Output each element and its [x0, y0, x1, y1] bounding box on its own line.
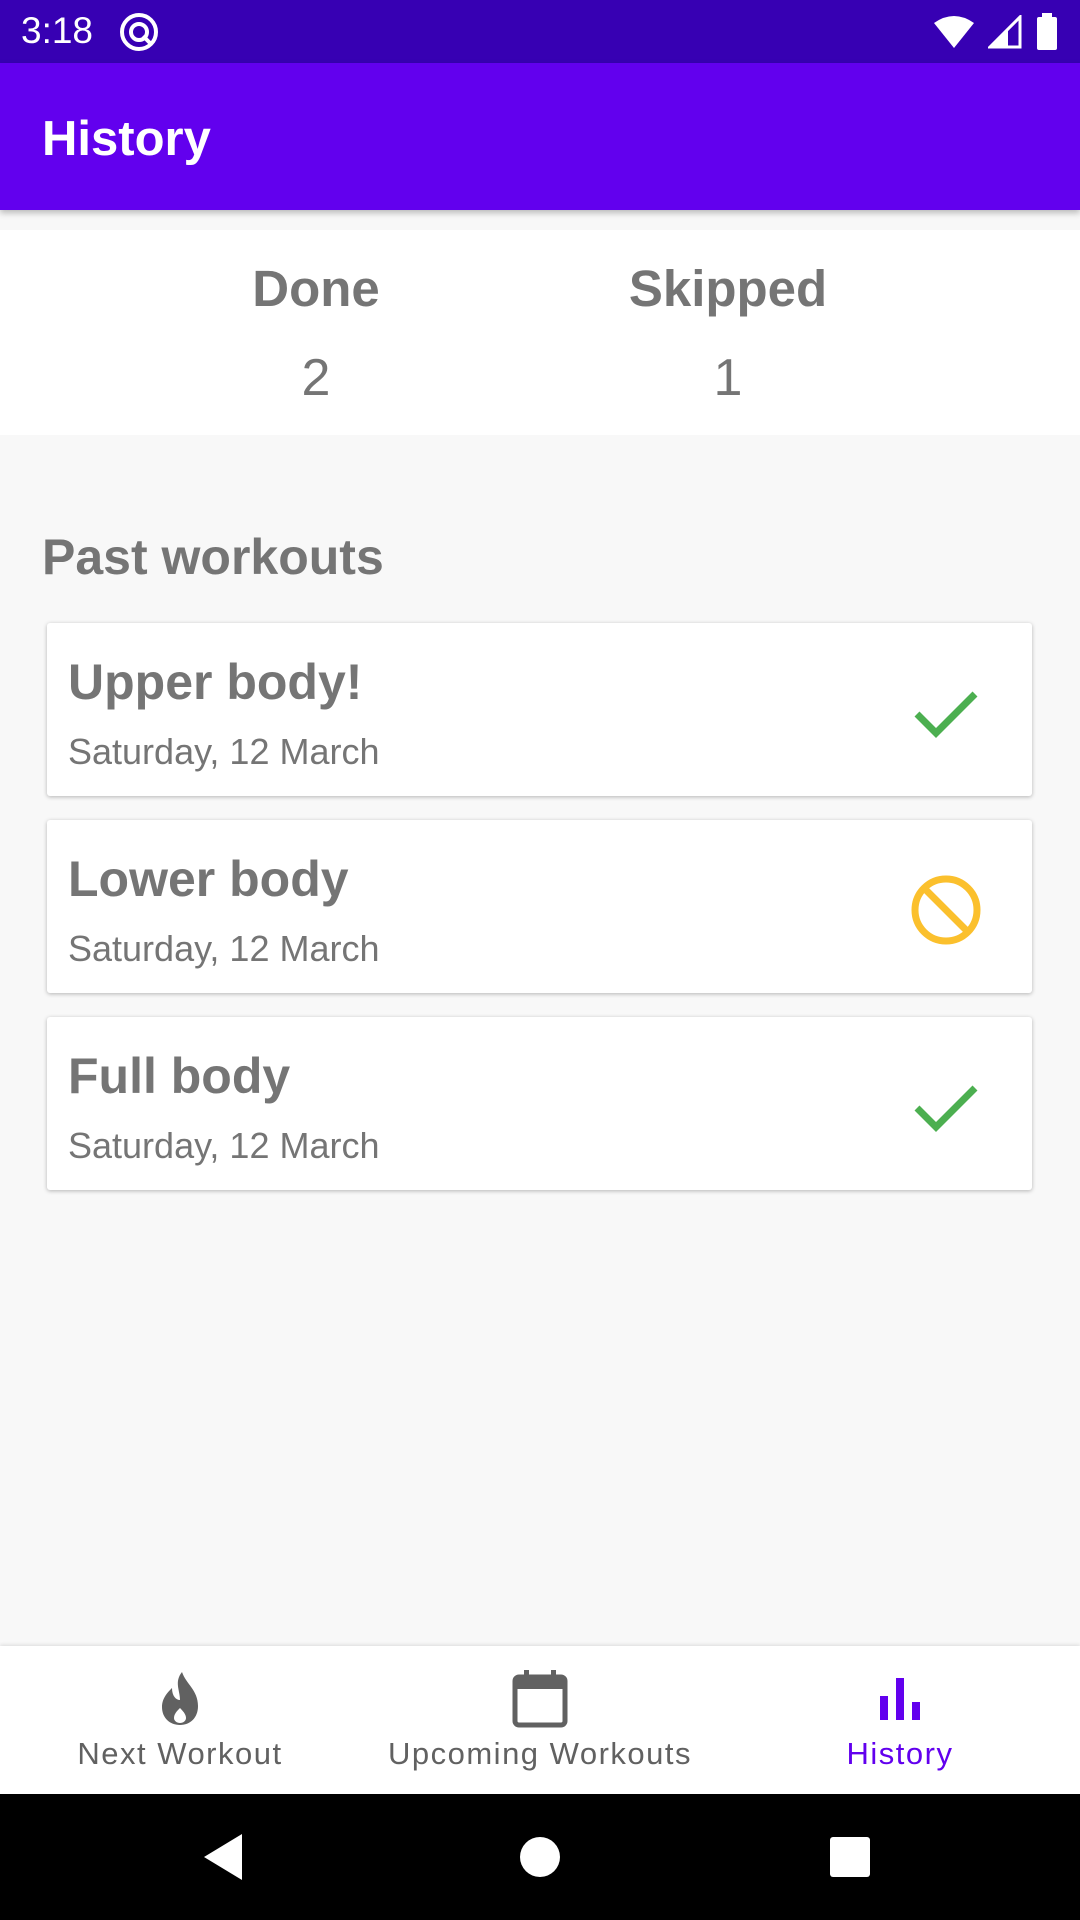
- nav-next-workout[interactable]: Next Workout: [0, 1646, 360, 1794]
- workout-name: Upper body!: [68, 654, 363, 710]
- app-notification-icon: [120, 13, 158, 51]
- recents-icon[interactable]: [823, 1830, 877, 1884]
- done-label: Done: [252, 260, 380, 317]
- block-icon: [911, 875, 981, 945]
- check-icon: [914, 691, 978, 738]
- workout-date: Saturday, 12 March: [68, 1125, 380, 1166]
- workout-card[interactable]: Lower body Saturday, 12 March: [47, 820, 1032, 993]
- bottom-navigation: Next Workout Upcoming Workouts History: [0, 1646, 1080, 1794]
- back-icon[interactable]: [198, 1830, 252, 1884]
- nav-label: Next Workout: [77, 1736, 283, 1771]
- nav-label: Upcoming Workouts: [387, 1736, 693, 1771]
- status-bar: 3:18: [0, 0, 1080, 63]
- fire-icon: [162, 1672, 198, 1725]
- app-bar: History: [0, 63, 1080, 210]
- home-icon[interactable]: [513, 1830, 567, 1884]
- summary-panel: Done 2 Skipped 1: [0, 230, 1080, 435]
- skipped-count: 1: [713, 349, 743, 407]
- calendar-icon: [512, 1670, 568, 1728]
- done-count: 2: [301, 349, 331, 407]
- bar-chart-icon: [880, 1678, 920, 1720]
- workout-date: Saturday, 12 March: [68, 731, 380, 772]
- workout-name: Lower body: [68, 851, 349, 907]
- done-stat: Done 2: [166, 230, 466, 408]
- signal-icon: [988, 15, 1022, 49]
- status-time: 3:18: [21, 10, 94, 51]
- workout-name: Full body: [68, 1048, 291, 1104]
- nav-label: History: [846, 1736, 954, 1771]
- system-navigation-bar: [0, 1794, 1080, 1920]
- workout-date: Saturday, 12 March: [68, 928, 380, 969]
- check-icon: [914, 1085, 978, 1132]
- past-workouts-title: Past workouts: [42, 529, 384, 585]
- skipped-stat: Skipped 1: [578, 230, 878, 408]
- wifi-icon: [934, 16, 974, 48]
- page-title: History: [42, 112, 211, 166]
- status-icons: [934, 11, 1058, 53]
- workout-card[interactable]: Full body Saturday, 12 March: [47, 1017, 1032, 1190]
- nav-upcoming-workouts[interactable]: Upcoming Workouts: [360, 1646, 720, 1794]
- skipped-label: Skipped: [628, 260, 828, 317]
- battery-icon: [1037, 13, 1057, 50]
- nav-history[interactable]: History: [720, 1646, 1080, 1794]
- workout-card[interactable]: Upper body! Saturday, 12 March: [47, 623, 1032, 796]
